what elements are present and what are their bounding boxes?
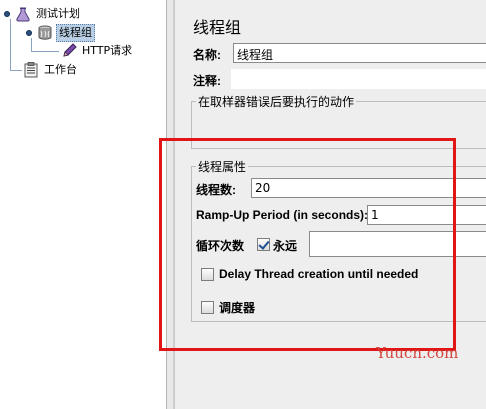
delay-thread-checkbox[interactable]: [201, 268, 214, 281]
flask-icon: [14, 6, 32, 22]
tree-item-label: HTTP请求: [82, 44, 133, 57]
tree-item-workbench[interactable]: 工作台: [22, 61, 79, 79]
forever-checkbox[interactable]: [257, 238, 270, 251]
loop-count-field[interactable]: [309, 231, 486, 257]
threads-label: 线程数:: [196, 183, 236, 197]
clipboard-icon: [22, 62, 40, 78]
tree-item-test-plan[interactable]: 测试计划: [4, 5, 82, 23]
page-title: 线程组: [193, 18, 242, 37]
scheduler-label: 调度器: [219, 301, 256, 315]
tree-panel: 测试计划 线程组 HTTP请求 工作台: [0, 0, 166, 409]
comment-field[interactable]: [231, 69, 486, 89]
tree-line: [31, 51, 59, 52]
thread-group-icon: [36, 25, 54, 41]
comment-label: 注释:: [193, 74, 221, 88]
loop-count-label: 循环次数: [196, 239, 245, 253]
expand-toggle-icon[interactable]: [26, 30, 32, 36]
thread-properties-title: 线程属性: [196, 158, 249, 175]
tree-item-label: 线程组: [56, 24, 95, 42]
name-field[interactable]: 线程组: [233, 43, 486, 63]
tree-item-label: 工作台: [44, 63, 77, 76]
forever-label: 永远: [273, 239, 298, 253]
tree-item-http-request[interactable]: HTTP请求: [60, 42, 134, 60]
tree-item-thread-group[interactable]: 线程组: [26, 24, 95, 42]
panel-splitter[interactable]: [166, 0, 174, 409]
name-label: 名称:: [193, 48, 221, 62]
tree-line: [10, 70, 22, 71]
watermark-text: Yuucn.com: [376, 344, 459, 362]
sampler-error-group-title: 在取样器错误后要执行的动作: [196, 93, 357, 110]
expand-toggle-icon[interactable]: [4, 11, 10, 17]
scheduler-checkbox[interactable]: [201, 301, 214, 314]
rampup-label: Ramp-Up Period (in seconds):: [196, 208, 369, 222]
pen-icon: [60, 43, 78, 59]
tree-line: [10, 19, 11, 71]
rampup-field[interactable]: 1: [367, 205, 486, 225]
threads-field[interactable]: 20: [251, 178, 486, 198]
tree-item-label: 测试计划: [36, 7, 80, 20]
delay-thread-label: Delay Thread creation until needed: [219, 267, 419, 281]
